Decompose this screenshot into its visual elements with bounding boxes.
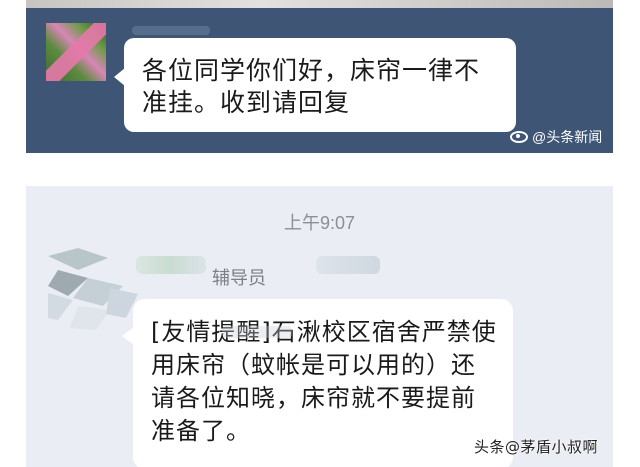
message-text: [友情提醒]石湫校区宿舍严禁使用床帘（蚊帐是可以用的）还请各位知晓，床帘就不要提… bbox=[151, 318, 497, 445]
blurred-sender-info bbox=[316, 256, 380, 274]
sender-name: 辅导员 bbox=[212, 268, 266, 289]
message-text: 各位同学你们好，床帘一律不准挂。收到请回复 bbox=[142, 56, 481, 117]
weibo-logo-icon bbox=[510, 131, 528, 143]
cropped-top-strip bbox=[26, 0, 613, 8]
faint-watermark bbox=[222, 326, 292, 338]
blurred-avatar[interactable] bbox=[48, 248, 138, 330]
message-bubble[interactable]: 各位同学你们好，床帘一律不准挂。收到请回复 bbox=[114, 38, 516, 132]
weibo-watermark: @头条新闻 bbox=[510, 127, 602, 147]
message-timestamp: 上午9:07 bbox=[283, 213, 356, 233]
blurred-sender-name bbox=[132, 26, 210, 35]
top-chat-screenshot: 各位同学你们好，床帘一律不准挂。收到请回复 @头条新闻 bbox=[26, 0, 613, 153]
watermark-text: @头条新闻 bbox=[532, 129, 603, 145]
bottom-chat-screenshot: 上午9:07 辅导员 [友情提醒]石湫校区宿舍严禁使用床帘（蚊帐是可以用的）还请… bbox=[26, 186, 613, 467]
blurred-group-tag bbox=[136, 256, 206, 274]
source-watermark: 头条@茅盾小叔啊 bbox=[474, 438, 599, 456]
message-bubble[interactable]: [友情提醒]石湫校区宿舍严禁使用床帘（蚊帐是可以用的）还请各位知晓，床帘就不要提… bbox=[122, 299, 513, 467]
sender-avatar[interactable] bbox=[46, 23, 106, 81]
